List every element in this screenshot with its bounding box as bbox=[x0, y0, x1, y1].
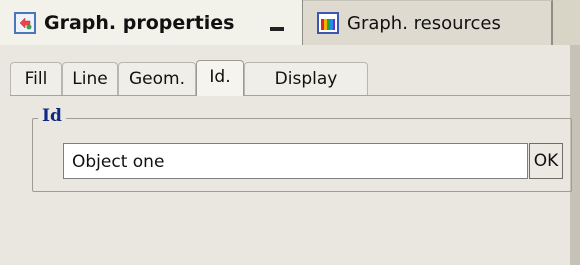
tab-graph-resources[interactable]: Graph. resources bbox=[303, 0, 553, 45]
tab-line[interactable]: Line bbox=[62, 62, 118, 96]
window-tab-strip: Graph. properties Graph. resources bbox=[0, 0, 580, 45]
tab-baseline bbox=[10, 95, 570, 96]
tab-graph-properties[interactable]: Graph. properties bbox=[0, 0, 303, 45]
tab-graph-properties-label: Graph. properties bbox=[44, 11, 235, 34]
id-group-title: Id bbox=[38, 106, 66, 126]
ok-button[interactable]: OK bbox=[529, 143, 563, 179]
tab-fill[interactable]: Fill bbox=[10, 62, 62, 96]
tab-id[interactable]: Id. bbox=[196, 60, 244, 96]
tab-graph-resources-label: Graph. resources bbox=[347, 12, 501, 34]
id-input[interactable]: Object one bbox=[63, 143, 528, 179]
graph-resources-icon bbox=[317, 12, 339, 34]
minimize-icon[interactable] bbox=[270, 27, 284, 31]
tab-display[interactable]: Display bbox=[244, 62, 368, 96]
tab-geom[interactable]: Geom. bbox=[118, 62, 196, 96]
graph-properties-icon bbox=[14, 11, 36, 34]
